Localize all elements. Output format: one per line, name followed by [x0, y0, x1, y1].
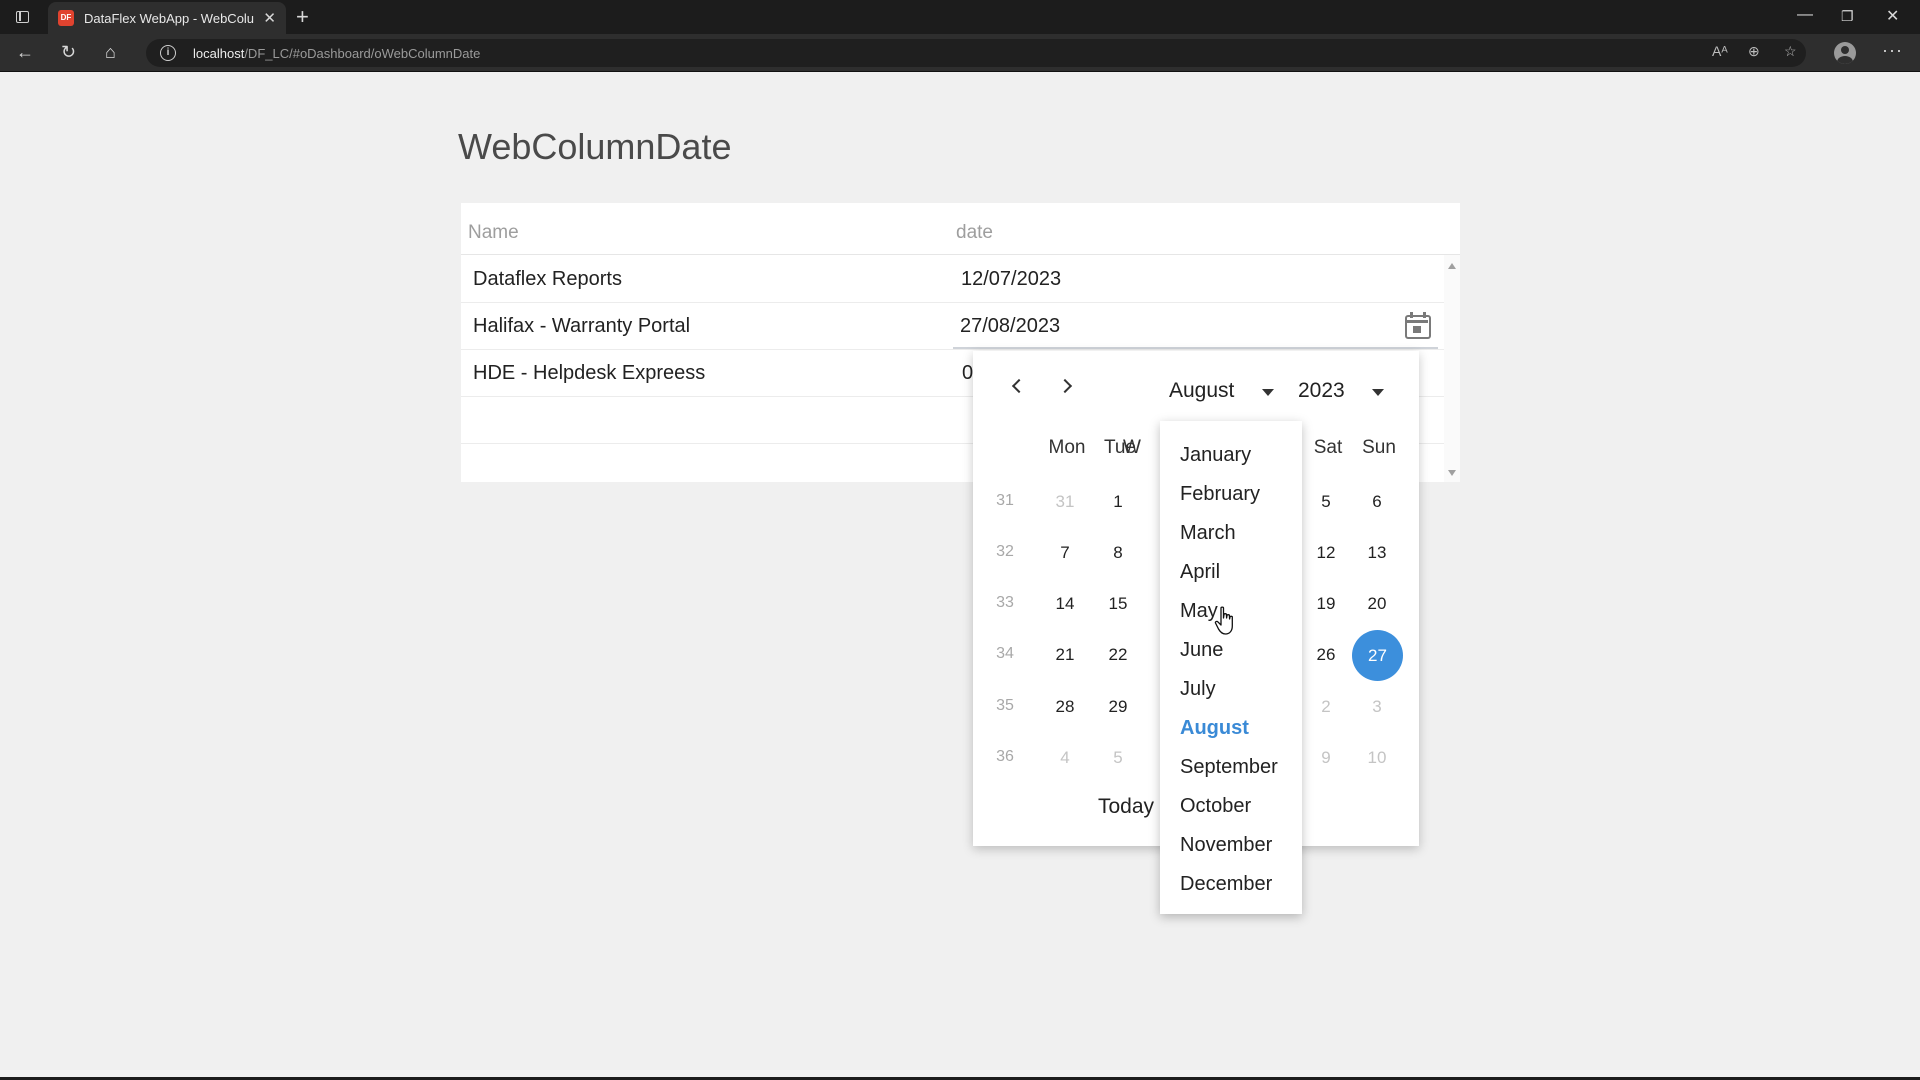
- week-number: 33: [996, 594, 1014, 611]
- day-cell[interactable]: 10: [1355, 736, 1399, 780]
- month-caret-icon[interactable]: [1262, 389, 1274, 396]
- day-cell[interactable]: 31: [1043, 480, 1087, 524]
- day-cell[interactable]: 21: [1043, 633, 1087, 677]
- day-cell[interactable]: 8: [1096, 531, 1140, 575]
- week-number: 35: [996, 697, 1014, 714]
- day-cell[interactable]: 2: [1304, 685, 1348, 729]
- table-row[interactable]: Dataflex Reports 12/07/2023: [461, 256, 1444, 303]
- dataflex-favicon-icon: DF: [58, 10, 74, 26]
- scroll-up-icon[interactable]: [1448, 263, 1456, 269]
- browser-tab[interactable]: DF DataFlex WebApp - WebColumn ✕: [48, 2, 286, 34]
- day-cell[interactable]: 9: [1304, 736, 1348, 780]
- year-caret-icon[interactable]: [1372, 389, 1384, 396]
- page-title: WebColumnDate: [458, 126, 732, 167]
- profile-avatar-icon[interactable]: [1834, 42, 1856, 64]
- site-info-icon[interactable]: i: [160, 45, 176, 61]
- column-header-date[interactable]: date: [956, 222, 993, 244]
- month-option-june[interactable]: June: [1180, 639, 1223, 662]
- cell-date: 12/07/2023: [961, 268, 1062, 290]
- month-option-april[interactable]: April: [1180, 561, 1220, 584]
- more-menu-icon[interactable]: ···: [1882, 40, 1903, 61]
- date-editor-input[interactable]: 27/08/2023: [960, 315, 1060, 338]
- week-number: 32: [996, 543, 1014, 560]
- zoom-icon[interactable]: ⊕: [1748, 43, 1760, 60]
- tab-title: DataFlex WebApp - WebColumn: [84, 11, 254, 26]
- weekday-header: W: [1123, 437, 1141, 458]
- day-cell[interactable]: 20: [1355, 582, 1399, 626]
- hand-cursor-icon: [1214, 606, 1233, 635]
- month-option-march[interactable]: March: [1180, 522, 1236, 545]
- day-cell[interactable]: 12: [1304, 531, 1348, 575]
- grid-header: Name date: [461, 203, 1460, 255]
- day-cell[interactable]: 22: [1096, 633, 1140, 677]
- selected-day-cell[interactable]: 27: [1352, 630, 1403, 681]
- day-cell[interactable]: 6: [1355, 480, 1399, 524]
- month-option-february[interactable]: February: [1180, 483, 1260, 506]
- restore-icon[interactable]: ❐: [1841, 8, 1854, 25]
- home-icon[interactable]: ⌂: [105, 42, 116, 63]
- week-number: 31: [996, 492, 1014, 509]
- month-option-august[interactable]: August: [1180, 717, 1249, 740]
- day-cell[interactable]: 7: [1043, 531, 1087, 575]
- day-cell[interactable]: 5: [1096, 736, 1140, 780]
- date-editor-underline: [953, 347, 1438, 349]
- browser-tabbar: DF DataFlex WebApp - WebColumn ✕ + — ❐ ✕: [0, 0, 1920, 34]
- minimize-icon[interactable]: —: [1797, 6, 1813, 24]
- day-cell[interactable]: 5: [1304, 480, 1348, 524]
- day-cell[interactable]: 19: [1304, 582, 1348, 626]
- day-cell[interactable]: 4: [1043, 736, 1087, 780]
- column-header-name[interactable]: Name: [468, 222, 519, 244]
- grid-scrollbar[interactable]: [1444, 255, 1460, 482]
- weekday-header: Sun: [1362, 437, 1396, 458]
- weekday-header: Mon: [1048, 437, 1086, 458]
- month-option-july[interactable]: July: [1180, 678, 1216, 701]
- day-cell[interactable]: 3: [1355, 685, 1399, 729]
- month-option-may[interactable]: May: [1180, 600, 1218, 623]
- day-cell[interactable]: 1: [1096, 480, 1140, 524]
- cell-name: Halifax - Warranty Portal: [473, 315, 691, 337]
- tab-close-icon[interactable]: ✕: [263, 9, 276, 27]
- url-text: localhost/DF_LC/#oDashboard/oWebColumnDa…: [193, 46, 481, 61]
- cell-name: HDE - Helpdesk Expreess: [473, 362, 706, 384]
- new-tab-icon[interactable]: +: [296, 4, 309, 30]
- today-button[interactable]: Today: [1098, 795, 1154, 819]
- year-select[interactable]: 2023: [1298, 379, 1345, 403]
- day-cell[interactable]: 13: [1355, 531, 1399, 575]
- month-option-december[interactable]: December: [1180, 873, 1272, 896]
- calendar-icon[interactable]: [1405, 312, 1431, 339]
- next-month-icon[interactable]: [1057, 375, 1079, 397]
- day-cell[interactable]: 15: [1096, 582, 1140, 626]
- address-bar[interactable]: i localhost/DF_LC/#oDashboard/oWebColumn…: [146, 39, 1806, 67]
- cell-name: Dataflex Reports: [473, 268, 622, 290]
- month-option-october[interactable]: October: [1180, 795, 1251, 818]
- month-option-january[interactable]: January: [1180, 444, 1251, 467]
- reload-icon[interactable]: ↻: [61, 42, 76, 63]
- month-select[interactable]: August: [1169, 379, 1234, 403]
- read-aloud-icon[interactable]: Aᴬ: [1712, 43, 1728, 59]
- month-option-november[interactable]: November: [1180, 834, 1272, 857]
- cell-date: 0: [962, 362, 974, 384]
- table-row[interactable]: Halifax - Warranty Portal 27/08/2023: [461, 303, 1444, 350]
- tab-actions-icon[interactable]: [12, 7, 34, 27]
- day-cell[interactable]: 26: [1304, 633, 1348, 677]
- window-close-icon[interactable]: ✕: [1886, 6, 1899, 26]
- previous-month-icon[interactable]: [1007, 375, 1029, 397]
- scroll-down-icon[interactable]: [1448, 470, 1456, 476]
- week-number: 34: [996, 645, 1014, 662]
- day-cell[interactable]: 14: [1043, 582, 1087, 626]
- favorites-icon[interactable]: ☆: [1784, 43, 1797, 60]
- day-cell[interactable]: 29: [1096, 685, 1140, 729]
- month-option-september[interactable]: September: [1180, 756, 1278, 779]
- back-arrow-icon[interactable]: ←: [16, 42, 34, 63]
- week-number: 36: [996, 748, 1014, 765]
- browser-toolbar: ← ↻ ⌂ i localhost/DF_LC/#oDashboard/oWeb…: [0, 34, 1920, 72]
- day-cell[interactable]: 28: [1043, 685, 1087, 729]
- month-dropdown-list: January February March April May June Ju…: [1160, 421, 1302, 914]
